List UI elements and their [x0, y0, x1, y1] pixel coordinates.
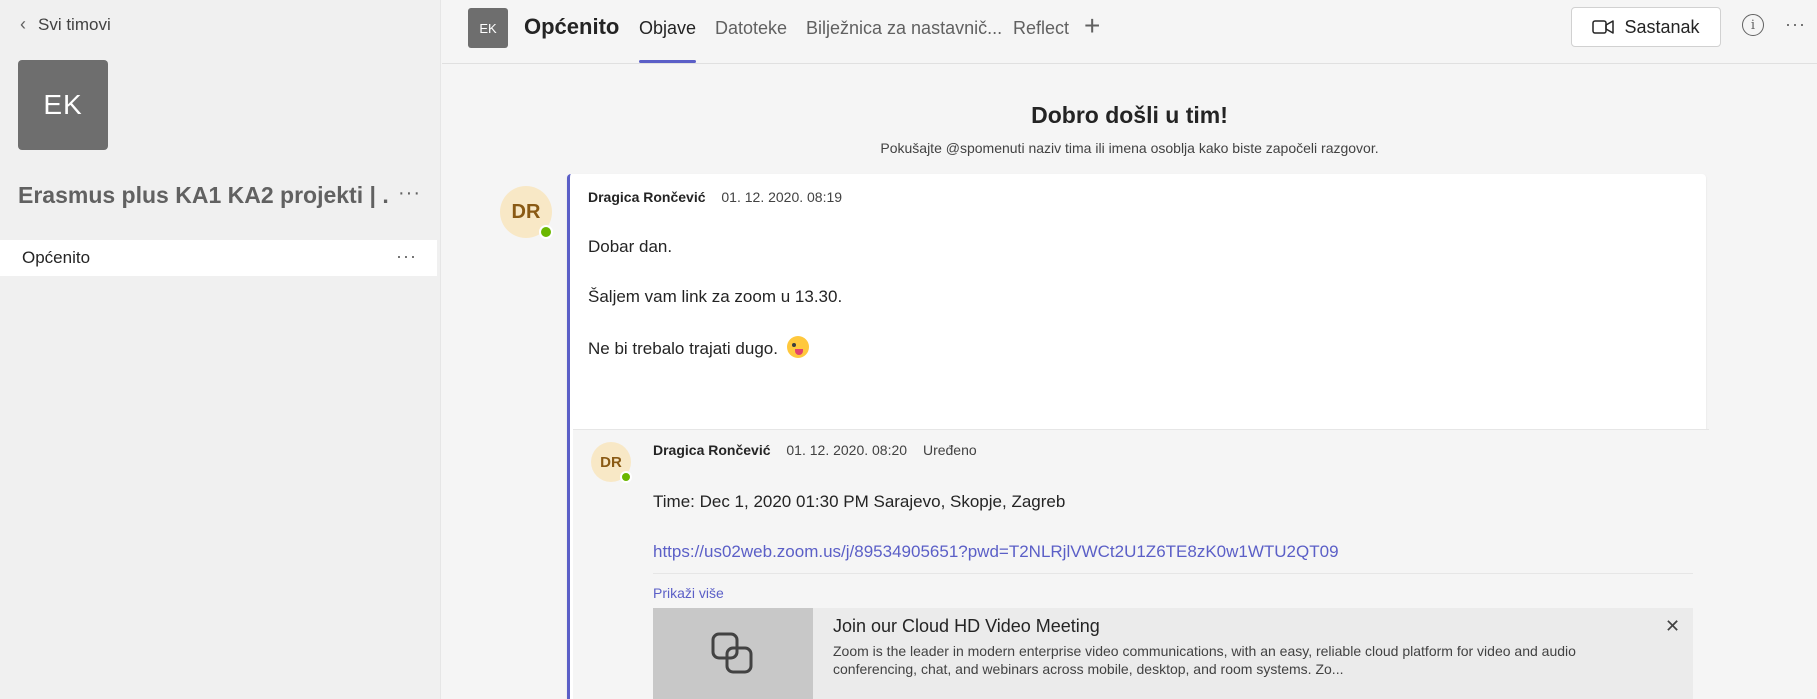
video-camera-icon — [1592, 20, 1615, 34]
presence-available-icon — [539, 225, 553, 239]
show-more-link[interactable]: Prikaži više — [653, 585, 724, 601]
reply-edited-label: Uređeno — [922, 442, 977, 458]
meet-label: Sastanak — [1624, 16, 1700, 37]
tab-objave[interactable]: Objave — [639, 18, 696, 39]
post-line-3-text: Ne bi trebalo trajati dugo. — [588, 339, 778, 358]
avatar-initials: DR — [511, 200, 541, 223]
link-chain-icon — [711, 632, 753, 674]
zoom-link[interactable]: https://us02web.zoom.us/j/89534905651?pw… — [653, 542, 1339, 562]
reply-time-line: Time: Dec 1, 2020 01:30 PM Sarajevo, Sko… — [653, 492, 1066, 511]
welcome-subtitle: Pokušajte @spomenuti naziv tima ili imen… — [880, 140, 1379, 156]
post-line-1: Dobar dan. — [588, 237, 673, 256]
active-tab-indicator — [639, 60, 696, 63]
reply-avatar-initials: DR — [600, 453, 622, 471]
reply-avatar[interactable]: DR — [591, 442, 632, 483]
team-sidebar: ‹ Svi timovi EK Erasmus plus KA1 KA2 pro… — [0, 0, 441, 699]
post-line-3: Ne bi trebalo trajati dugo. — [588, 336, 809, 359]
info-icon[interactable]: i — [1742, 14, 1764, 36]
team-avatar: EK — [18, 60, 108, 150]
meet-button[interactable]: Sastanak — [1571, 7, 1721, 47]
team-name: Erasmus plus KA1 KA2 projekti | ... — [18, 182, 388, 208]
reply-timestamp: 01. 12. 2020. 08:20 — [786, 442, 908, 458]
presence-available-icon — [620, 471, 632, 483]
header-more-options-icon[interactable]: ··· — [1785, 14, 1806, 35]
close-icon[interactable]: ✕ — [1665, 616, 1680, 637]
link-preview-card[interactable]: Join our Cloud HD Video Meeting Zoom is … — [653, 608, 1693, 699]
channel-header: EK Općenito Objave Datoteke Bilježnica z… — [442, 0, 1817, 64]
channel-avatar: EK — [468, 8, 508, 48]
tab-biljeznica[interactable]: Bilježnica za nastavnič... — [806, 18, 1002, 39]
post-timestamp: 01. 12. 2020. 08:19 — [721, 189, 843, 205]
tab-datoteke[interactable]: Datoteke — [715, 18, 787, 39]
channel-post: Dragica Rončević 01. 12. 2020. 08:19 Dob… — [567, 174, 1709, 699]
reply-author[interactable]: Dragica Rončević — [653, 442, 771, 458]
back-label: Svi timovi — [38, 14, 111, 34]
avatar[interactable]: DR — [500, 186, 553, 239]
chevron-left-icon: ‹ — [20, 14, 26, 34]
channel-item-opcenito[interactable]: Općenito ··· — [0, 240, 437, 276]
team-more-options-icon[interactable]: ··· — [398, 182, 421, 205]
welcome-title: Dobro došli u tim! — [1031, 102, 1228, 128]
winking-tongue-emoji-icon — [786, 336, 809, 358]
add-tab-plus-icon[interactable]: + — [1084, 10, 1100, 42]
link-preview-title: Join our Cloud HD Video Meeting — [833, 616, 1100, 636]
post-author[interactable]: Dragica Rončević — [588, 189, 706, 205]
divider — [653, 573, 1693, 574]
link-preview-image — [653, 608, 813, 699]
reply-meta: Dragica Rončević 01. 12. 2020. 08:20 Ure… — [653, 442, 977, 458]
reply-thread: DR Dragica Rončević 01. 12. 2020. 08:20 … — [573, 429, 1709, 699]
tab-reflect[interactable]: Reflect — [1013, 18, 1069, 39]
back-to-teams-button[interactable]: ‹ Svi timovi — [20, 14, 111, 35]
post-line-2: Šaljem vam link za zoom u 13.30. — [588, 287, 843, 306]
channel-label: Općenito — [22, 248, 91, 267]
link-preview-description: Zoom is the leader in modern enterprise … — [833, 643, 1576, 677]
post-meta: Dragica Rončević 01. 12. 2020. 08:19 — [588, 189, 842, 205]
channel-more-options-icon[interactable]: ··· — [396, 246, 417, 267]
channel-title: Općenito — [524, 14, 620, 39]
